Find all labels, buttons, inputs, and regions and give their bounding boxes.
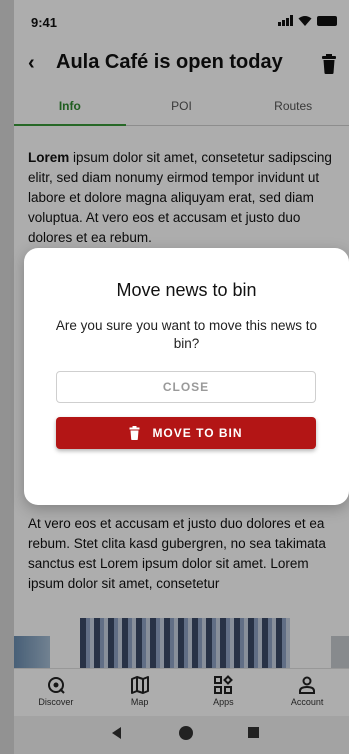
close-button[interactable]: CLOSE [56, 371, 316, 403]
trash-icon [129, 426, 140, 440]
move-to-bin-label: MOVE TO BIN [152, 426, 243, 440]
confirm-dialog: Move news to bin Are you sure you want t… [24, 248, 349, 505]
dialog-message: Are you sure you want to move this news … [55, 318, 318, 351]
move-to-bin-button[interactable]: MOVE TO BIN [56, 417, 316, 449]
dialog-title: Move news to bin [116, 280, 257, 300]
